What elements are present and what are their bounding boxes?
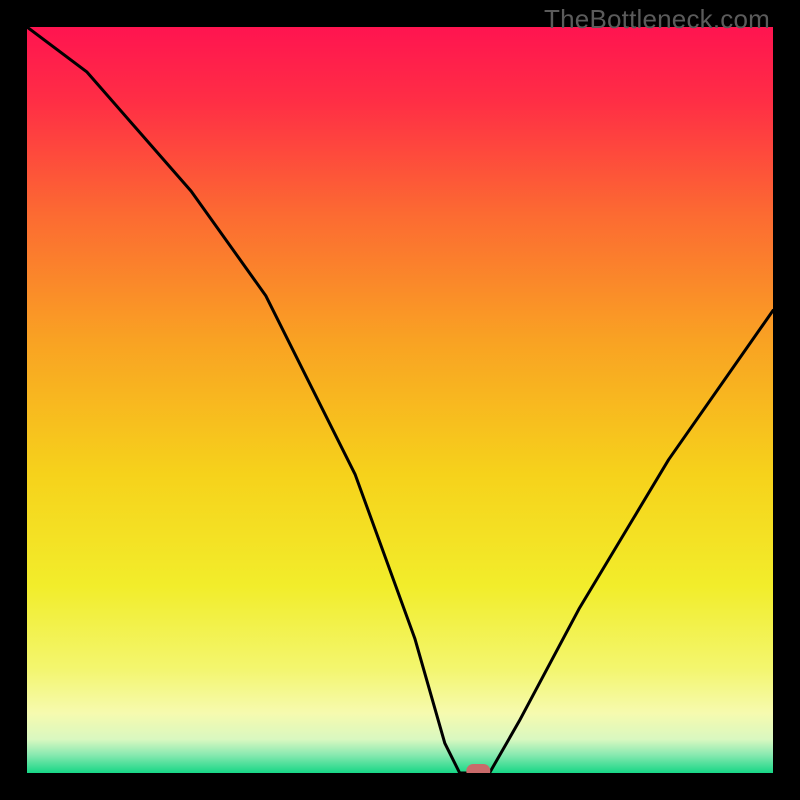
gradient-background [27, 27, 773, 773]
chart-svg [27, 27, 773, 773]
watermark-text: TheBottleneck.com [544, 4, 770, 35]
plot-area [27, 27, 773, 773]
optimal-marker [466, 764, 490, 773]
chart-frame: TheBottleneck.com [0, 0, 800, 800]
